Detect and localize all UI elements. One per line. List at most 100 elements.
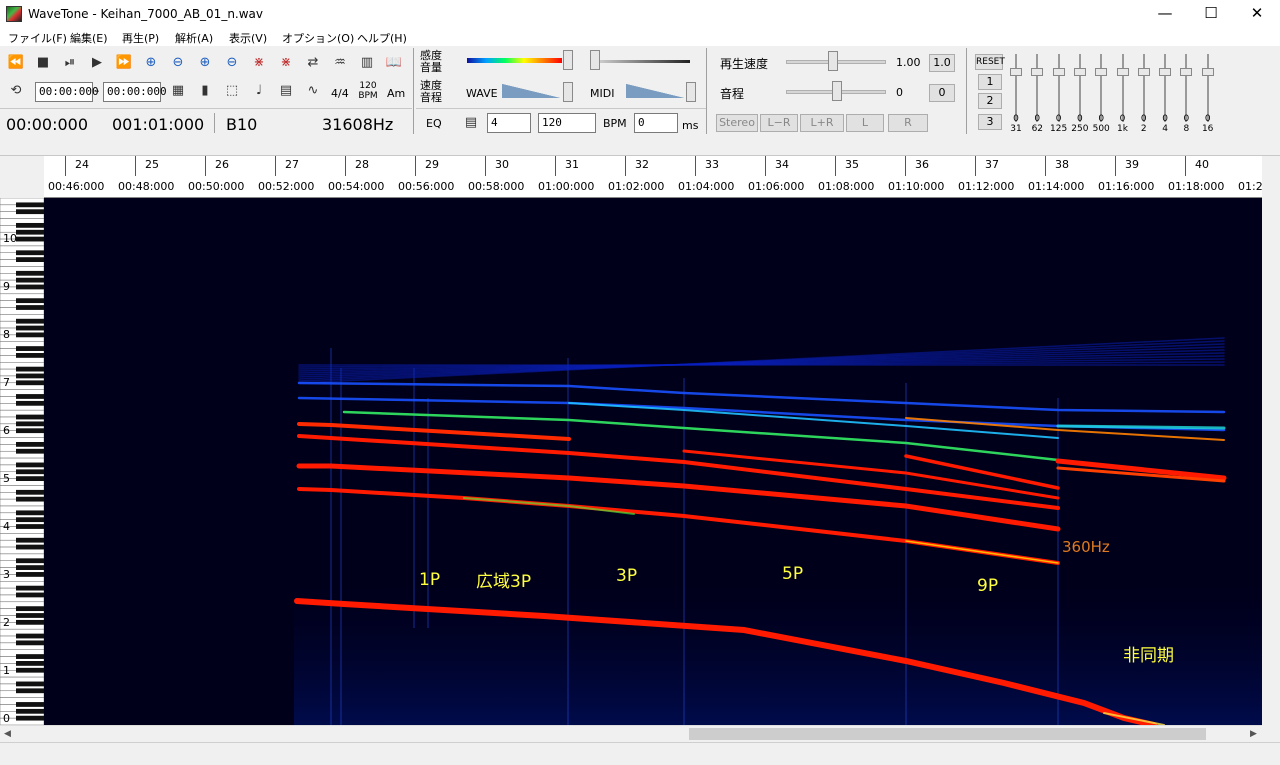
loop-icon[interactable]: ⟲: [5, 80, 27, 102]
pitch-reset-button[interactable]: 0: [929, 84, 955, 102]
bar-number: 25: [145, 158, 159, 171]
stereo-button[interactable]: Stereo: [716, 114, 758, 132]
time-label: 00:52:000: [258, 180, 315, 193]
play-icon[interactable]: ▶: [86, 52, 108, 74]
volume-slider[interactable]: [590, 50, 600, 70]
bar-number: 29: [425, 158, 439, 171]
horizontal-scrollbar[interactable]: ◀ ▶: [0, 725, 1262, 742]
expand-icon[interactable]: ⋇: [248, 52, 270, 74]
eq-band-slider[interactable]: [1137, 54, 1150, 122]
fast-forward-icon[interactable]: ⏩: [113, 52, 135, 74]
l-plus-r-button[interactable]: L+R: [800, 114, 844, 132]
speed-slider[interactable]: [828, 51, 838, 71]
grid-lines-icon[interactable]: ▤: [460, 112, 482, 134]
piano-keyboard[interactable]: 10 9 8 7 6 5 4 3 2 1 0: [0, 198, 44, 725]
menu-view[interactable]: 表示(V): [229, 30, 267, 46]
zoom-in-horizontal-icon[interactable]: ⊕: [140, 52, 162, 74]
midi-volume-slider[interactable]: [686, 82, 696, 102]
eq-band-value: 0: [1098, 114, 1105, 124]
vertical-scrollbar[interactable]: [1262, 198, 1280, 725]
l-minus-r-button[interactable]: L−R: [760, 114, 798, 132]
eq-preset-3[interactable]: 3: [978, 114, 1002, 130]
time-label: 00:48:000: [118, 180, 175, 193]
eq-band-frequency: 2: [1140, 124, 1147, 134]
layout-icon[interactable]: ▦: [167, 80, 189, 102]
meter-button[interactable]: 4/4: [331, 87, 349, 100]
left-channel-button[interactable]: L: [846, 114, 884, 132]
octave-label: 3: [3, 568, 10, 581]
zoom-out-horizontal-icon[interactable]: ⊖: [167, 52, 189, 74]
note-icon[interactable]: ♩: [248, 80, 270, 102]
piano-keys[interactable]: 109876543210: [0, 198, 44, 725]
piano-keys-icon[interactable]: ▥: [356, 52, 378, 74]
eq-row: EQ ▤ 4 120 BPM 0 ms: [416, 108, 706, 136]
curve-icon[interactable]: ∿: [302, 80, 324, 102]
timeline-ruler[interactable]: 24 25 26 27 28 29 30 31 32 33 34 35 36 37 38 39 40 00:46:…: [44, 156, 1262, 198]
selection-icon[interactable]: ⬚: [221, 80, 243, 102]
sensitivity-slider[interactable]: [563, 50, 573, 70]
menu-play[interactable]: 再生(P): [122, 30, 159, 46]
beats-input[interactable]: 4: [487, 113, 531, 133]
eq-band-slider[interactable]: [1159, 54, 1172, 122]
range-start-input[interactable]: 00:00:000: [35, 82, 99, 102]
bpm-icon[interactable]: 120 BPM: [357, 81, 379, 101]
speed-reset-button[interactable]: 1.0: [929, 54, 955, 72]
marker-icon[interactable]: ▮: [194, 80, 216, 102]
zoom-out-vertical-icon[interactable]: ⊖: [221, 52, 243, 74]
eq-preset-1[interactable]: 1: [978, 74, 1002, 90]
time-label: 01:06:000: [748, 180, 805, 193]
rewind-icon[interactable]: ⏪: [5, 52, 27, 74]
pitch-label: 音程: [720, 87, 745, 101]
speed-label-2: 音程: [420, 91, 442, 104]
app-icon: [6, 6, 22, 22]
menu-options[interactable]: オプション(O): [282, 30, 354, 46]
eq-band-slider[interactable]: [1052, 54, 1065, 122]
bar-number: 35: [845, 158, 859, 171]
eq-band-slider[interactable]: [1201, 54, 1214, 122]
maximize-button[interactable]: ☐: [1188, 0, 1234, 28]
scroll-thumb[interactable]: [689, 728, 1206, 740]
close-button[interactable]: ✕: [1234, 0, 1280, 28]
right-channel-button[interactable]: R: [888, 114, 928, 132]
eq-band-value: 0: [1034, 114, 1041, 124]
eq-band-slider[interactable]: [1031, 54, 1044, 122]
zoom-in-vertical-icon[interactable]: ⊕: [194, 52, 216, 74]
menu-file[interactable]: ファイル(F): [8, 30, 67, 46]
swap-icon[interactable]: ⇄: [302, 52, 324, 74]
minimize-button[interactable]: —: [1142, 0, 1188, 28]
eq-band-slider[interactable]: [1010, 54, 1022, 122]
book-icon[interactable]: 📖: [383, 52, 405, 74]
menu-help[interactable]: ヘルプ(H): [357, 30, 407, 46]
menu-analyze[interactable]: 解析(A): [175, 30, 213, 46]
octave-label: 7: [3, 376, 10, 389]
pause-play-icon[interactable]: ⏯: [59, 52, 81, 74]
offset-input[interactable]: 0: [634, 113, 678, 133]
eq-band-slider[interactable]: [1116, 54, 1129, 122]
menu-edit[interactable]: 編集(E): [70, 30, 108, 46]
shrink-icon[interactable]: ⋇: [275, 52, 297, 74]
bpm-input[interactable]: 120: [538, 113, 596, 133]
eq-band-slider[interactable]: [1095, 54, 1108, 122]
scroll-right-icon[interactable]: ▶: [1250, 729, 1257, 739]
eq-band-value: 0: [1140, 114, 1147, 124]
speed-value: 1.00: [896, 56, 921, 69]
wave-volume-slider[interactable]: [563, 82, 573, 102]
scroll-left-icon[interactable]: ◀: [4, 729, 11, 739]
eq-band-slider[interactable]: [1073, 54, 1086, 122]
pitch-slider[interactable]: [832, 81, 842, 101]
time-label: 01:18:000: [1168, 180, 1225, 193]
speed-label: 再生速度: [720, 57, 769, 71]
spectrogram-view[interactable]: 1P 広域3P 3P 5P 9P 360Hz 非同期: [44, 198, 1262, 725]
bar-number: 39: [1125, 158, 1139, 171]
range-end-input[interactable]: 00:00:000: [103, 82, 167, 102]
annotation-wide-3p: 広域3P: [476, 572, 532, 592]
stop-icon[interactable]: ■: [32, 52, 54, 74]
eq-band-value: 0: [1162, 114, 1168, 124]
waveform-icon[interactable]: ♒: [329, 52, 351, 74]
time-label: 01:02:000: [608, 180, 665, 193]
grid-icon[interactable]: ▤: [275, 80, 297, 102]
eq-preset-2[interactable]: 2: [978, 93, 1002, 109]
eq-reset-button[interactable]: RESET: [975, 54, 1005, 70]
chord-button[interactable]: Am: [387, 87, 405, 100]
eq-band-slider[interactable]: [1180, 54, 1193, 122]
